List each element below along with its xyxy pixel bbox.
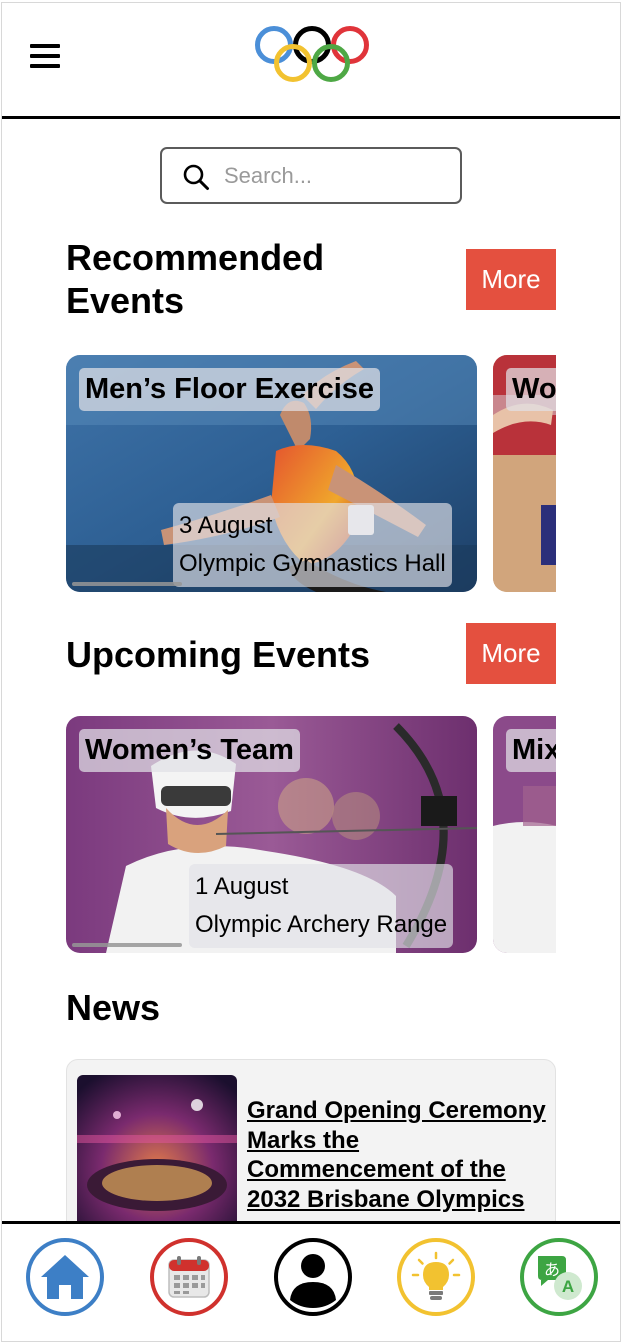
- search-icon: [183, 164, 209, 190]
- event-card[interactable]: Mix: [493, 716, 556, 953]
- event-card[interactable]: Women’s Team 1 August Olympic Archery Ra…: [66, 716, 477, 953]
- card-scroll-indicator: [72, 582, 182, 586]
- event-card-title: Wo: [506, 368, 556, 411]
- upcoming-events-title: Upcoming Events: [66, 634, 371, 675]
- event-card-title: Mix: [506, 729, 556, 772]
- svg-text:A: A: [562, 1277, 574, 1296]
- recommended-events-carousel[interactable]: Men’s Floor Exercise 3 August Olympic Gy…: [66, 355, 556, 592]
- app-frame: Recommended Events More: [1, 2, 621, 1342]
- news-title: News: [66, 987, 161, 1028]
- event-card[interactable]: Men’s Floor Exercise 3 August Olympic Gy…: [66, 355, 477, 592]
- event-card[interactable]: Wo: [493, 355, 556, 592]
- opening-ceremony-photo: [77, 1075, 237, 1230]
- lightbulb-icon[interactable]: [397, 1238, 475, 1316]
- svg-text:あ: あ: [544, 1260, 560, 1279]
- translate-icon[interactable]: あ A: [520, 1238, 598, 1316]
- olympic-rings-logo[interactable]: [253, 23, 371, 87]
- event-card-title: Women’s Team: [79, 729, 300, 772]
- event-card-title: Men’s Floor Exercise: [79, 368, 381, 411]
- profile-icon[interactable]: [274, 1238, 352, 1316]
- search-input[interactable]: [224, 161, 444, 191]
- event-card-details: 1 August Olympic Archery Range: [189, 864, 454, 948]
- bottom-navigation: あ A: [2, 1221, 620, 1341]
- home-icon[interactable]: [26, 1238, 104, 1316]
- hamburger-menu-icon[interactable]: [30, 43, 60, 69]
- event-card-date: 1 August: [195, 873, 289, 900]
- event-card-details: 3 August Olympic Gymnastics Hall: [173, 503, 452, 587]
- upcoming-events-carousel[interactable]: Women’s Team 1 August Olympic Archery Ra…: [66, 716, 556, 953]
- event-card-venue: Olympic Gymnastics Hall: [179, 550, 446, 577]
- calendar-icon[interactable]: [150, 1238, 228, 1316]
- event-card-date: 3 August: [179, 512, 273, 539]
- app-header: [2, 3, 620, 119]
- news-headline-link[interactable]: Grand Opening Ceremony Marks the Commenc…: [247, 1096, 547, 1214]
- event-card-venue: Olympic Archery Range: [195, 911, 448, 938]
- card-scroll-indicator: [72, 943, 182, 947]
- search-box[interactable]: [160, 147, 462, 204]
- upcoming-more-button[interactable]: More: [466, 623, 556, 684]
- recommended-events-title: Recommended Events: [66, 237, 325, 321]
- recommended-more-button[interactable]: More: [466, 249, 556, 310]
